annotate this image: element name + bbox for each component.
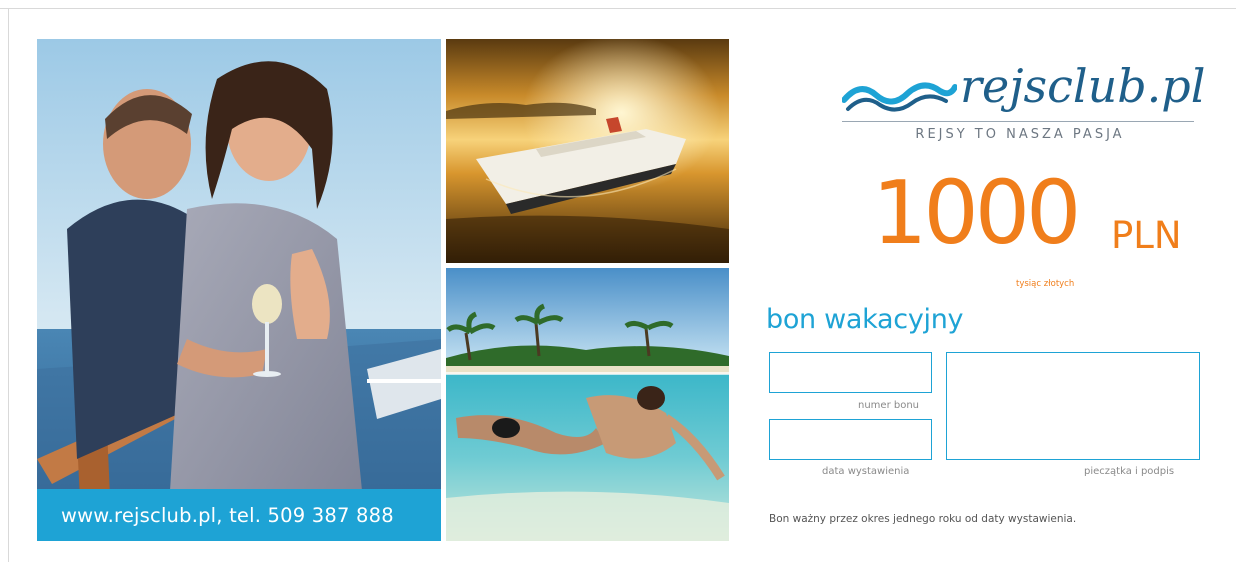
brand-name-prefix: rejs: [960, 59, 1048, 113]
issue-date-label: data wystawienia: [822, 466, 910, 477]
tropical-island-underwater-photo-icon: [446, 268, 729, 541]
contact-bar: www.rejsclub.pl, tel. 509 387 888: [37, 489, 441, 541]
voucher-amount-words: tysiąc złotych: [1016, 279, 1075, 289]
cruise-ship-sunset-photo-icon: [446, 39, 729, 263]
logo-divider: [842, 121, 1194, 122]
voucher-page: www.rejsclub.pl, tel. 509 387 888 rejscl…: [0, 0, 1236, 562]
ship-photo: [446, 39, 729, 263]
brand-name-suffix: .pl: [1146, 59, 1206, 113]
beach-photo: [446, 268, 729, 541]
brand-tagline: REJSY TO NASZA PASJA: [915, 127, 1125, 142]
frame-left-line: [8, 8, 9, 562]
voucher-title: bon wakacyjny: [766, 304, 964, 335]
frame-top-line: [0, 8, 1236, 9]
brand-name-middle: club: [1047, 59, 1147, 113]
brand-name: rejsclub.pl: [960, 63, 1205, 109]
voucher-amount: 1000: [872, 162, 1081, 264]
voucher-currency: PLN: [1111, 214, 1182, 257]
validity-note: Bon ważny przez okres jednego roku od da…: [769, 513, 1077, 525]
stamp-signature-field[interactable]: [946, 352, 1200, 460]
voucher-number-field[interactable]: [769, 352, 932, 393]
couple-on-cruise-deck-photo-icon: [37, 39, 441, 541]
voucher-number-label: numer bonu: [858, 400, 920, 411]
issue-date-field[interactable]: [769, 419, 932, 460]
stamp-signature-label: pieczątka i podpis: [1084, 466, 1175, 477]
waves-logo-icon: [842, 82, 957, 112]
couple-photo: [37, 39, 441, 541]
brand-logo: rejsclub.pl REJSY TO NASZA PASJA: [842, 55, 1205, 155]
